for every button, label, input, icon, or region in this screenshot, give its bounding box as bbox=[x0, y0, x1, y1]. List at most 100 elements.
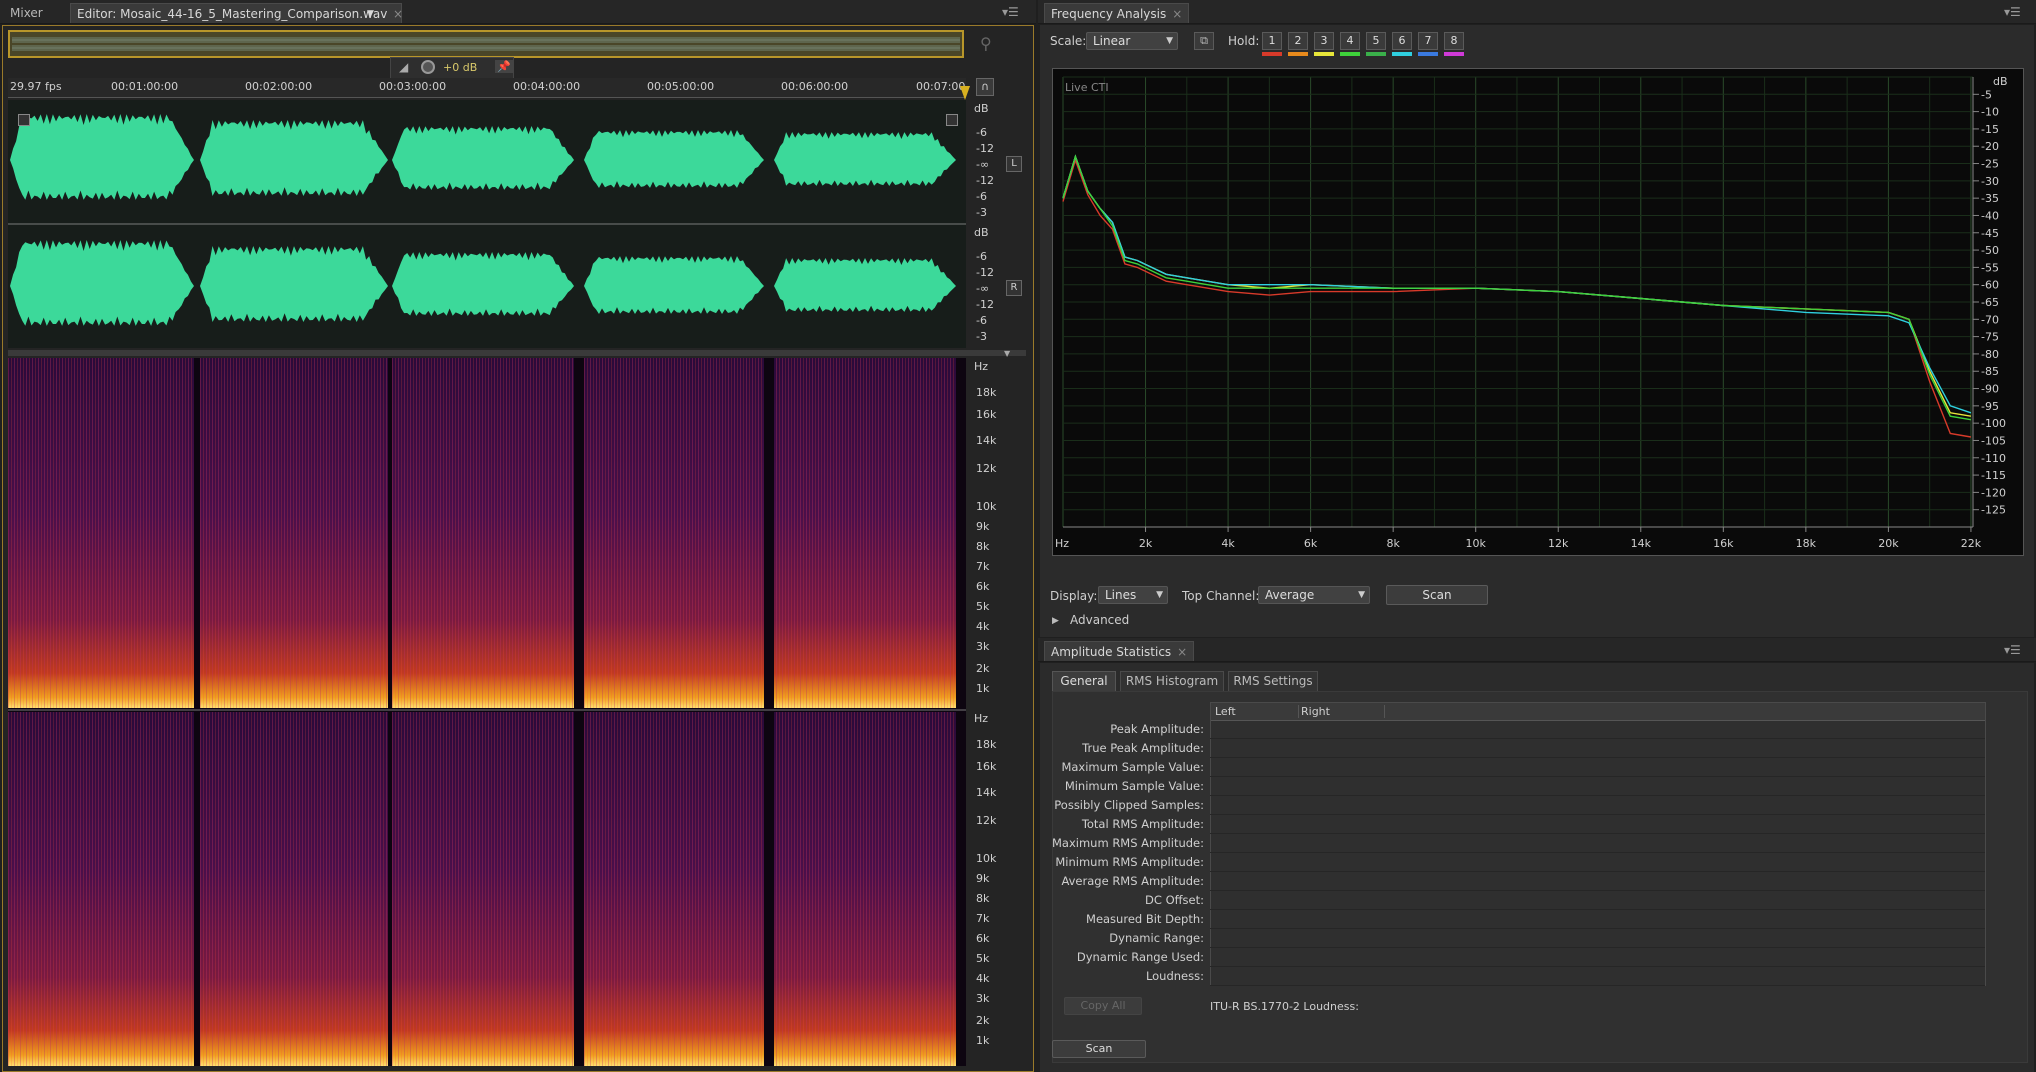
hz-label: Hz bbox=[974, 360, 989, 373]
panel-menu-icon[interactable]: ▾☰ bbox=[1002, 5, 1019, 19]
stat-row[interactable] bbox=[1210, 815, 1985, 834]
timeline-ruler[interactable]: 29.97 fps 00:01:00:00 00:02:00:00 00:03:… bbox=[8, 78, 966, 98]
y-axis-label: dB bbox=[1993, 75, 2008, 88]
close-icon[interactable]: × bbox=[1172, 7, 1182, 21]
amp-tab-general[interactable]: General bbox=[1052, 671, 1116, 691]
stat-row[interactable] bbox=[1210, 872, 1985, 891]
y-tick-label: -5 bbox=[1981, 88, 1992, 101]
timecode-2: 00:02:00:00 bbox=[245, 80, 313, 93]
top-channel-dropdown[interactable]: Average ▼ bbox=[1258, 586, 1370, 604]
tab-amplitude-statistics[interactable]: Amplitude Statistics × bbox=[1044, 641, 1195, 661]
stat-row[interactable] bbox=[1210, 967, 1985, 986]
frequency-graph[interactable]: Live CTI Hz 2k 4k 6k 8k 10k 12k 14k 16k 18k 20k 22k d… bbox=[1052, 68, 2024, 556]
volume-knob-icon[interactable] bbox=[421, 60, 435, 74]
spectrogram-texture bbox=[392, 712, 574, 1066]
freq-tick: 5k bbox=[976, 600, 990, 613]
stat-row[interactable] bbox=[1210, 720, 1985, 739]
hold-button[interactable]: 2 bbox=[1288, 32, 1308, 50]
stat-row[interactable] bbox=[1210, 929, 1985, 948]
fade-in-handle[interactable] bbox=[18, 114, 30, 126]
copy-all-button[interactable]: Copy All bbox=[1064, 997, 1142, 1015]
y-tick-label: -120 bbox=[1981, 486, 2006, 499]
spectrogram-texture bbox=[392, 358, 574, 708]
freq-tick: 16k bbox=[976, 408, 997, 421]
hold-button[interactable]: 6 bbox=[1392, 32, 1412, 50]
stat-label: Dynamic Range: bbox=[1109, 931, 1204, 945]
zoom-icon[interactable]: ⚲ bbox=[980, 34, 992, 53]
freq-tick: 7k bbox=[976, 560, 990, 573]
headphones-icon[interactable]: ∩ bbox=[976, 78, 994, 96]
hold-button[interactable]: 7 bbox=[1418, 32, 1438, 50]
db-tick: -6 bbox=[976, 126, 987, 139]
spectrogram-texture bbox=[774, 712, 956, 1066]
y-tick-label: -95 bbox=[1981, 400, 1999, 413]
fade-out-handle[interactable] bbox=[946, 114, 958, 126]
overview-navigator[interactable] bbox=[8, 30, 964, 58]
stat-row[interactable] bbox=[1210, 834, 1985, 853]
freq-tick: 10k bbox=[976, 500, 997, 513]
hud-toolbar: ◢ +0 dB 📌 bbox=[390, 57, 514, 79]
channel-left-button[interactable]: L bbox=[1006, 156, 1022, 172]
chevron-down-icon: ▼ bbox=[1358, 590, 1365, 600]
tab-editor[interactable]: Editor: Mosaic_44-16_5_Mastering_Compari… bbox=[70, 3, 403, 24]
hold-color-swatch bbox=[1418, 52, 1438, 56]
tab-frequency-analysis[interactable]: Frequency Analysis × bbox=[1044, 3, 1190, 23]
panel-menu-icon[interactable]: ▾☰ bbox=[2004, 5, 2021, 19]
amp-tab-rms-histogram[interactable]: RMS Histogram bbox=[1120, 671, 1224, 691]
channel-right-button[interactable]: R bbox=[1006, 280, 1022, 296]
stat-row[interactable] bbox=[1210, 891, 1985, 910]
hold-color-swatch bbox=[1262, 52, 1282, 56]
advanced-toggle[interactable]: Advanced bbox=[1070, 613, 1129, 627]
x-tick-label: 6k bbox=[1304, 537, 1318, 550]
chevron-down-icon[interactable]: ▼ bbox=[1004, 349, 1010, 358]
close-icon[interactable]: × bbox=[393, 4, 403, 24]
stat-row[interactable] bbox=[1210, 739, 1985, 758]
scale-label: Scale: bbox=[1050, 34, 1087, 48]
amp-tab-rms-settings[interactable]: RMS Settings bbox=[1228, 671, 1318, 691]
stat-row[interactable] bbox=[1210, 777, 1985, 796]
spectrogram-texture bbox=[200, 358, 388, 708]
amp-scan-button[interactable]: Scan bbox=[1052, 1040, 1146, 1058]
db-tick: -12 bbox=[976, 174, 994, 187]
chevron-right-icon[interactable]: ▶ bbox=[1052, 616, 1059, 626]
chevron-down-icon[interactable]: ▼ bbox=[367, 4, 374, 24]
scale-dropdown[interactable]: Linear ▼ bbox=[1086, 32, 1178, 50]
panel-menu-icon[interactable]: ▾☰ bbox=[2004, 643, 2021, 657]
hold-button[interactable]: 1 bbox=[1262, 32, 1282, 50]
view-splitter[interactable] bbox=[8, 350, 1026, 356]
spectrogram-area[interactable] bbox=[8, 358, 966, 1066]
stat-row[interactable] bbox=[1210, 758, 1985, 777]
spectral-freq-scale: Hz 18k 16k 14k 12k 10k 9k 8k 7k 6k 5k 4k… bbox=[968, 358, 1026, 1066]
hold-button[interactable]: 8 bbox=[1444, 32, 1464, 50]
tab-mixer[interactable]: Mixer bbox=[4, 3, 49, 23]
hold-button[interactable]: 5 bbox=[1366, 32, 1386, 50]
stat-row[interactable] bbox=[1210, 910, 1985, 929]
column-right[interactable]: Right bbox=[1301, 705, 1385, 718]
close-icon[interactable]: × bbox=[1177, 645, 1187, 659]
db-tick: -3 bbox=[976, 206, 987, 219]
freq-tick: 12k bbox=[976, 814, 997, 827]
stat-row[interactable] bbox=[1210, 853, 1985, 872]
stat-label: DC Offset: bbox=[1145, 893, 1204, 907]
waveform-area[interactable] bbox=[8, 100, 966, 348]
column-left[interactable]: Left bbox=[1215, 705, 1299, 718]
x-tick-label: 20k bbox=[1878, 537, 1899, 550]
gain-value[interactable]: +0 dB bbox=[443, 61, 477, 74]
waveform-clip bbox=[10, 114, 194, 200]
spectrogram-texture bbox=[584, 358, 764, 708]
stat-label: True Peak Amplitude: bbox=[1082, 741, 1204, 755]
fps-label[interactable]: 29.97 fps bbox=[10, 80, 62, 93]
stat-row[interactable] bbox=[1210, 948, 1985, 967]
x-tick-label: 2k bbox=[1139, 537, 1153, 550]
copy-graph-icon[interactable]: ⧉ bbox=[1194, 32, 1214, 50]
display-dropdown[interactable]: Lines ▼ bbox=[1098, 586, 1168, 604]
hold-button[interactable]: 3 bbox=[1314, 32, 1334, 50]
pin-icon[interactable]: 📌 bbox=[495, 60, 513, 73]
freq-scan-button[interactable]: Scan bbox=[1386, 585, 1488, 605]
y-tick-label: -50 bbox=[1981, 244, 1999, 257]
hold-color-swatch bbox=[1288, 52, 1308, 56]
spectrogram-texture bbox=[8, 712, 194, 1066]
stat-row[interactable] bbox=[1210, 796, 1985, 815]
top-channel-label: Top Channel: bbox=[1182, 589, 1260, 603]
hold-button[interactable]: 4 bbox=[1340, 32, 1360, 50]
